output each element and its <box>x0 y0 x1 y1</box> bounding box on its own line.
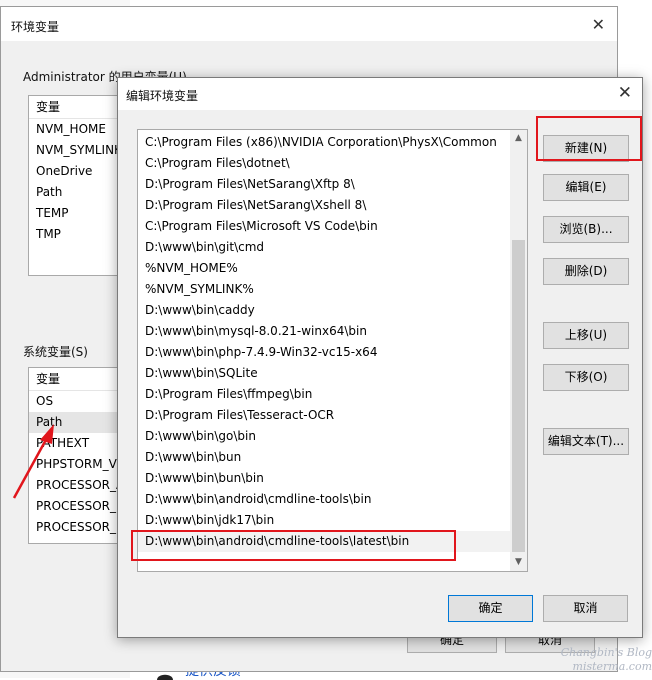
path-entry[interactable]: D:\www\bin\go\bin <box>138 426 510 447</box>
user-var-row[interactable]: OneDrive <box>29 161 127 182</box>
edit-environment-variable-dialog: 编辑环境变量 ✕ C:\Program Files (x86)\NVIDIA C… <box>117 77 643 638</box>
edit-button[interactable]: 编辑(E) <box>543 174 629 201</box>
system-var-row[interactable]: PROCESSOR_L <box>29 517 127 538</box>
browse-button[interactable]: 浏览(B)... <box>543 216 629 243</box>
edit-cancel-button[interactable]: 取消 <box>543 595 628 622</box>
user-var-row[interactable]: Path <box>29 182 127 203</box>
path-entries: C:\Program Files (x86)\NVIDIA Corporatio… <box>138 132 510 552</box>
path-entry[interactable]: D:\Program Files\NetSarang\Xshell 8\ <box>138 195 510 216</box>
path-entry-selected[interactable]: D:\www\bin\android\cmdline-tools\latest\… <box>138 531 510 552</box>
path-entry[interactable]: D:\www\bin\SQLite <box>138 363 510 384</box>
user-var-row[interactable]: TEMP <box>29 203 127 224</box>
path-entry[interactable]: D:\Program Files\Tesseract-OCR <box>138 405 510 426</box>
path-entry[interactable]: C:\Program Files (x86)\NVIDIA Corporatio… <box>138 132 510 153</box>
path-entry[interactable]: D:\www\bin\jdk17\bin <box>138 510 510 531</box>
red-arrow-annotation <box>12 424 54 499</box>
delete-button[interactable]: 删除(D) <box>543 258 629 285</box>
scroll-down-arrow-icon[interactable]: ▼ <box>510 554 527 571</box>
system-vars-label: 系统变量(S) <box>23 345 88 359</box>
path-entry[interactable]: D:\www\bin\php-7.4.9-Win32-vc15-x64 <box>138 342 510 363</box>
path-entry[interactable]: C:\Program Files\dotnet\ <box>138 153 510 174</box>
close-icon[interactable]: ✕ <box>592 15 605 34</box>
edit-dialog-titlebar: 编辑环境变量 ✕ <box>118 78 642 110</box>
system-vars-header: 变量 <box>29 368 127 391</box>
scrollbar-thumb[interactable] <box>512 240 525 552</box>
path-list-scrollbar[interactable]: ▲ ▼ <box>510 130 527 571</box>
system-var-row[interactable]: OS <box>29 391 127 412</box>
path-entries-list[interactable]: C:\Program Files (x86)\NVIDIA Corporatio… <box>137 129 528 572</box>
user-var-row[interactable]: NVM_HOME <box>29 119 127 140</box>
watermark-line2: misterma.com <box>572 660 652 673</box>
path-entry[interactable]: D:\Program Files\ffmpeg\bin <box>138 384 510 405</box>
scroll-up-arrow-icon[interactable]: ▲ <box>510 130 527 147</box>
edit-dialog-title: 编辑环境变量 <box>126 89 199 103</box>
user-var-row[interactable]: NVM_SYMLINK <box>29 140 127 161</box>
path-entry[interactable]: D:\www\bin\bun\bin <box>138 468 510 489</box>
user-var-row[interactable]: TMP <box>29 224 127 245</box>
env-window-title: 环境变量 <box>11 20 60 34</box>
path-entry[interactable]: %NVM_SYMLINK% <box>138 279 510 300</box>
move-up-button[interactable]: 上移(U) <box>543 322 629 349</box>
path-entry[interactable]: D:\www\bin\android\cmdline-tools\bin <box>138 489 510 510</box>
new-button[interactable]: 新建(N) <box>543 135 629 162</box>
edit-ok-button[interactable]: 确定 <box>448 595 533 622</box>
edit-text-button[interactable]: 编辑文本(T)... <box>543 428 629 455</box>
blog-watermark: Changbin's Blog misterma.com <box>556 646 652 674</box>
close-icon[interactable]: ✕ <box>618 83 632 103</box>
path-entry[interactable]: D:\www\bin\git\cmd <box>138 237 510 258</box>
user-vars-header: 变量 <box>29 96 127 119</box>
path-entry[interactable]: D:\www\bin\bun <box>138 447 510 468</box>
path-entry[interactable]: %NVM_HOME% <box>138 258 510 279</box>
path-entry[interactable]: D:\www\bin\caddy <box>138 300 510 321</box>
env-window-titlebar: 环境变量 ✕ <box>1 7 617 41</box>
path-entry[interactable]: C:\Program Files\Microsoft VS Code\bin <box>138 216 510 237</box>
watermark-line1: Changbin's Blog <box>560 646 652 659</box>
path-entry[interactable]: D:\www\bin\mysql-8.0.21-winx64\bin <box>138 321 510 342</box>
user-vars-list[interactable]: 变量 NVM_HOME NVM_SYMLINK OneDrive Path TE… <box>28 95 128 276</box>
move-down-button[interactable]: 下移(O) <box>543 364 629 391</box>
path-entry[interactable]: D:\Program Files\NetSarang\Xftp 8\ <box>138 174 510 195</box>
